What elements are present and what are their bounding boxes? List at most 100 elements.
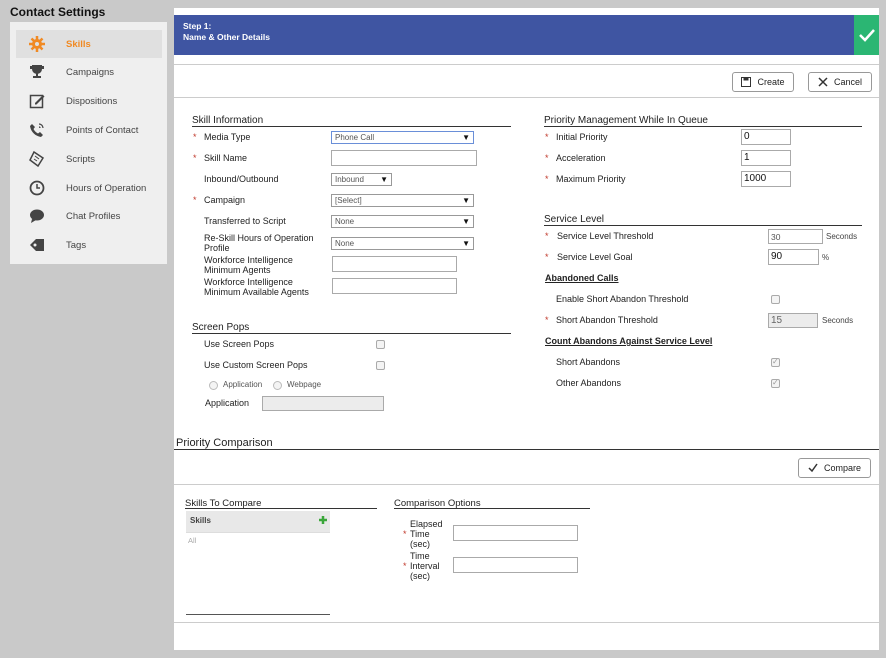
campaign-label: Campaign xyxy=(204,195,246,205)
elapsed-time-input[interactable] xyxy=(453,525,578,541)
reskill-hours-select[interactable]: None xyxy=(331,237,474,250)
required-marker: * xyxy=(403,561,407,571)
wfi-min-available-label-cont: Minimum Available Agents xyxy=(204,287,309,297)
time-interval-input[interactable] xyxy=(453,557,578,573)
sidebar-nav: Skills Campaigns Dispositions Points of … xyxy=(10,22,167,264)
sidebar-item-hours-of-operation[interactable]: Hours of Operation xyxy=(16,174,162,202)
sidebar-item-skills[interactable]: Skills xyxy=(16,30,162,58)
add-skill-icon[interactable] xyxy=(318,515,328,525)
short-threshold-unit: Seconds xyxy=(822,316,854,325)
sidebar-item-chat-profiles[interactable]: Chat Profiles xyxy=(16,202,162,230)
application-input[interactable] xyxy=(262,396,384,411)
create-button[interactable]: Create xyxy=(732,72,794,92)
elapsed-time-label: Elapsed xyxy=(410,519,443,529)
cancel-label: Cancel xyxy=(833,77,862,87)
phone-icon xyxy=(29,122,45,138)
sidebar-item-points-of-contact[interactable]: Points of Contact xyxy=(16,116,162,144)
inbound-outbound-select[interactable]: Inbound xyxy=(331,173,392,186)
required-marker: * xyxy=(545,315,549,325)
main-panel xyxy=(174,8,879,650)
use-screen-pops-checkbox[interactable] xyxy=(376,340,385,349)
wfi-min-available-label: Workforce Intelligence xyxy=(204,277,293,287)
other-abandons-label: Other Abandons xyxy=(556,378,622,388)
threshold-unit: Seconds xyxy=(826,232,858,241)
transferred-script-label: Transferred to Script xyxy=(204,216,286,226)
enable-short-abandon-checkbox[interactable] xyxy=(771,295,780,304)
maximum-priority-label: Maximum Priority xyxy=(556,174,626,184)
webpage-radio[interactable] xyxy=(273,381,282,390)
divider xyxy=(186,532,330,533)
skill-name-label: Skill Name xyxy=(204,153,248,163)
goal-unit: % xyxy=(822,253,830,262)
acceleration-input[interactable]: 1 xyxy=(741,150,791,166)
cancel-button[interactable]: Cancel xyxy=(808,72,872,92)
chat-icon xyxy=(29,208,45,224)
wfi-min-agents-input[interactable] xyxy=(332,256,457,272)
short-abandons-checkbox[interactable] xyxy=(771,357,780,367)
sidebar-item-label: Chat Profiles xyxy=(66,210,121,222)
sidebar-item-label: Dispositions xyxy=(66,95,118,107)
count-abandons-title: Count Abandons Against Service Level xyxy=(545,336,713,346)
compare-label: Compare xyxy=(823,463,861,473)
section-rule xyxy=(192,126,511,127)
divider xyxy=(174,64,879,65)
required-marker: * xyxy=(403,529,407,539)
section-rule xyxy=(174,449,879,450)
short-abandon-threshold-label: Short Abandon Threshold xyxy=(556,315,658,325)
wfi-min-agents-label-cont: Minimum Agents xyxy=(204,265,271,275)
media-type-select[interactable]: Phone Call xyxy=(331,131,474,144)
step-title: Step 1: xyxy=(183,21,212,31)
section-rule xyxy=(544,225,862,226)
use-screen-pops-label: Use Screen Pops xyxy=(204,339,275,349)
wfi-min-available-input[interactable] xyxy=(332,278,457,294)
service-level-goal-input[interactable]: 90 xyxy=(768,249,819,265)
short-abandon-threshold-input[interactable]: 15 xyxy=(768,313,818,328)
other-abandons-checkbox[interactable] xyxy=(771,378,780,388)
sidebar-item-dispositions[interactable]: Dispositions xyxy=(16,87,162,115)
check-icon xyxy=(858,29,875,42)
initial-priority-label: Initial Priority xyxy=(556,132,608,142)
create-label: Create xyxy=(757,77,785,87)
short-abandons-label: Short Abandons xyxy=(556,357,621,367)
initial-priority-input[interactable]: 0 xyxy=(741,129,791,145)
skills-header-label: Skills xyxy=(190,516,211,525)
compare-button[interactable]: Compare xyxy=(798,458,871,478)
section-rule xyxy=(192,333,511,334)
sidebar-title: Contact Settings xyxy=(10,5,106,19)
skill-name-input[interactable] xyxy=(331,150,477,166)
media-type-label: Media Type xyxy=(204,132,251,142)
maximum-priority-input[interactable]: 1000 xyxy=(741,171,791,187)
application-radio[interactable] xyxy=(209,381,218,390)
divider xyxy=(174,484,879,485)
service-level-threshold-label: Service Level Threshold xyxy=(557,231,654,241)
service-level-goal-label: Service Level Goal xyxy=(557,252,633,262)
transferred-script-select[interactable]: None xyxy=(331,215,474,228)
time-interval-label: Time xyxy=(410,551,430,561)
script-icon xyxy=(29,151,45,167)
enable-short-abandon-label: Enable Short Abandon Threshold xyxy=(556,294,689,304)
webpage-radio-label: Webpage xyxy=(287,380,322,389)
campaign-select[interactable]: [Select] xyxy=(331,194,474,207)
section-rule xyxy=(394,508,590,509)
reskill-label-cont: Profile xyxy=(204,243,230,253)
wfi-min-agents-label: Workforce Intelligence xyxy=(204,255,293,265)
required-marker: * xyxy=(545,252,549,262)
sidebar-item-campaigns[interactable]: Campaigns xyxy=(16,58,162,86)
use-custom-screen-pops-checkbox[interactable] xyxy=(376,361,385,370)
step-subtitle: Name & Other Details xyxy=(183,32,270,42)
abandoned-calls-title: Abandoned Calls xyxy=(545,273,619,283)
priority-title: Priority Management While In Queue xyxy=(544,115,708,126)
sidebar-item-scripts[interactable]: Scripts xyxy=(16,145,162,173)
required-marker: * xyxy=(545,231,549,241)
skills-all-item[interactable]: All xyxy=(188,536,196,546)
time-interval-label-2: Interval xyxy=(410,561,440,571)
sidebar-item-label: Hours of Operation xyxy=(66,182,147,194)
service-level-threshold-input[interactable]: 30 xyxy=(768,229,823,244)
use-custom-screen-pops-label: Use Custom Screen Pops xyxy=(204,360,308,370)
section-rule xyxy=(544,126,862,127)
acceleration-label: Acceleration xyxy=(556,153,606,163)
screen-pops-title: Screen Pops xyxy=(192,322,250,333)
time-interval-label-3: (sec) xyxy=(410,571,430,581)
section-rule xyxy=(186,614,330,615)
sidebar-item-tags[interactable]: Tags xyxy=(16,231,162,259)
